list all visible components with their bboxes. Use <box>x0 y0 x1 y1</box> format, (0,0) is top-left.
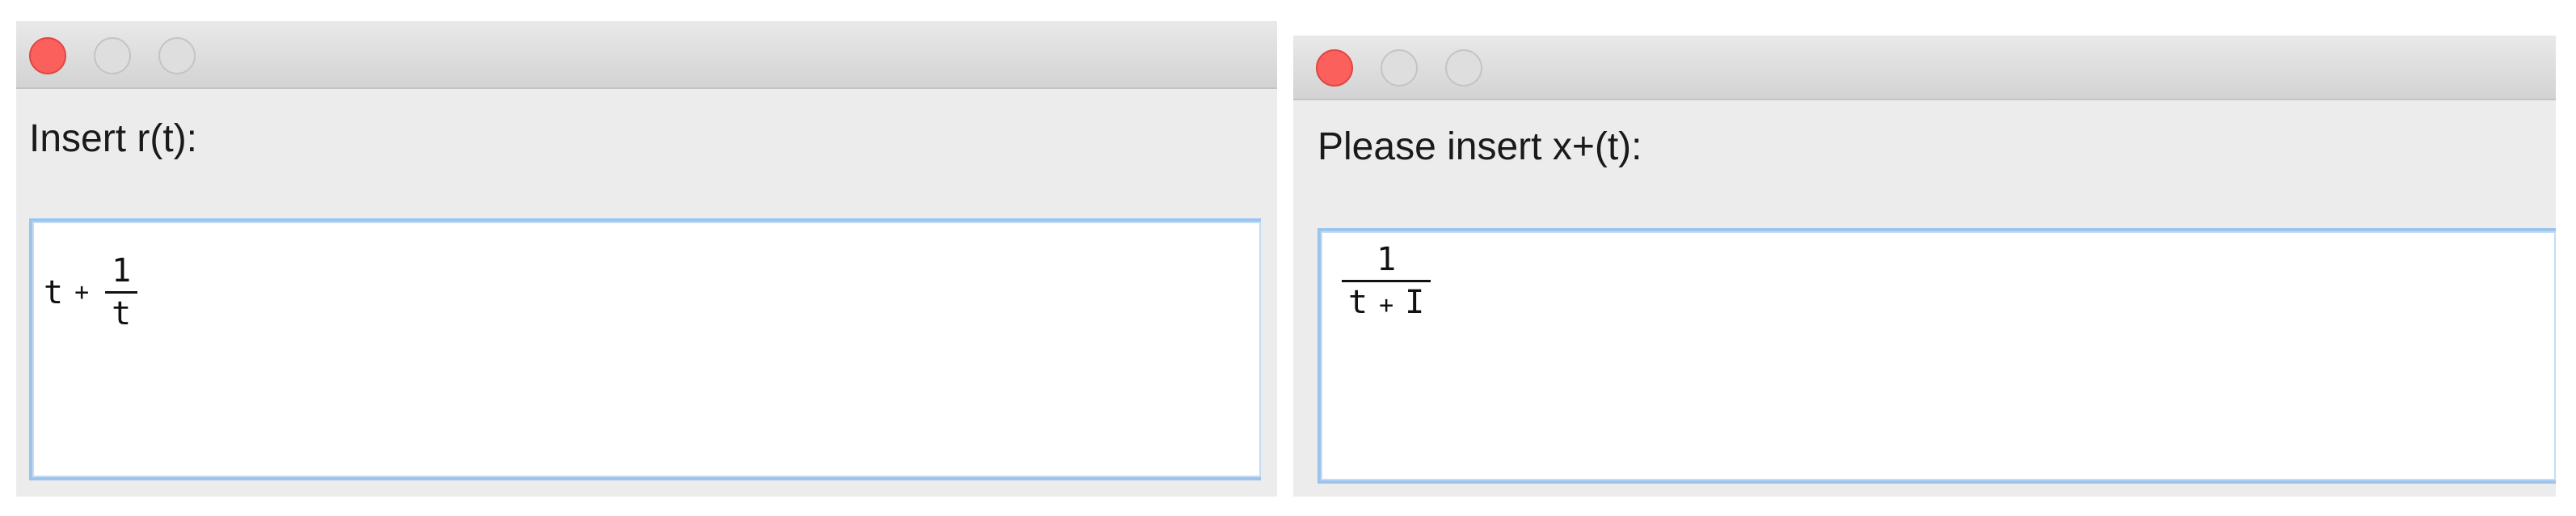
prompt-label: Insert r(t): <box>29 117 198 160</box>
plus-operator: + <box>74 278 90 307</box>
fraction-denominator: t <box>112 295 132 332</box>
fraction: 1 t <box>105 251 138 334</box>
fraction-numerator: 1 <box>112 252 132 290</box>
denominator-term: I <box>1405 284 1425 321</box>
close-icon[interactable] <box>1316 49 1353 87</box>
minimize-icon[interactable] <box>94 37 131 74</box>
plus-operator: + <box>1379 291 1394 319</box>
fraction: 1 t + I <box>1342 239 1431 326</box>
zoom-icon[interactable] <box>158 37 196 74</box>
zoom-icon[interactable] <box>1445 49 1482 87</box>
fraction-denominator: t + I <box>1342 282 1431 326</box>
minimize-icon[interactable] <box>1381 49 1418 87</box>
formula-input[interactable]: 1 t + I <box>1318 228 2556 484</box>
title-bar[interactable] <box>16 21 1277 89</box>
expression-term: t <box>44 273 64 311</box>
denominator-term: t <box>1348 284 1368 321</box>
fraction-numerator: 1 <box>1377 241 1397 278</box>
dialog-window-x: Please insert x+(t): 1 t + I <box>1293 36 2556 497</box>
formula-expression: t + 1 t <box>44 251 142 334</box>
formula-expression: 1 t + I <box>1337 239 1436 326</box>
close-icon[interactable] <box>29 37 66 74</box>
prompt-label: Please insert x+(t): <box>1318 125 1642 168</box>
title-bar[interactable] <box>1293 36 2556 100</box>
dialog-window-r: Insert r(t): t + 1 t <box>16 21 1277 497</box>
formula-input[interactable]: t + 1 t <box>29 218 1261 480</box>
